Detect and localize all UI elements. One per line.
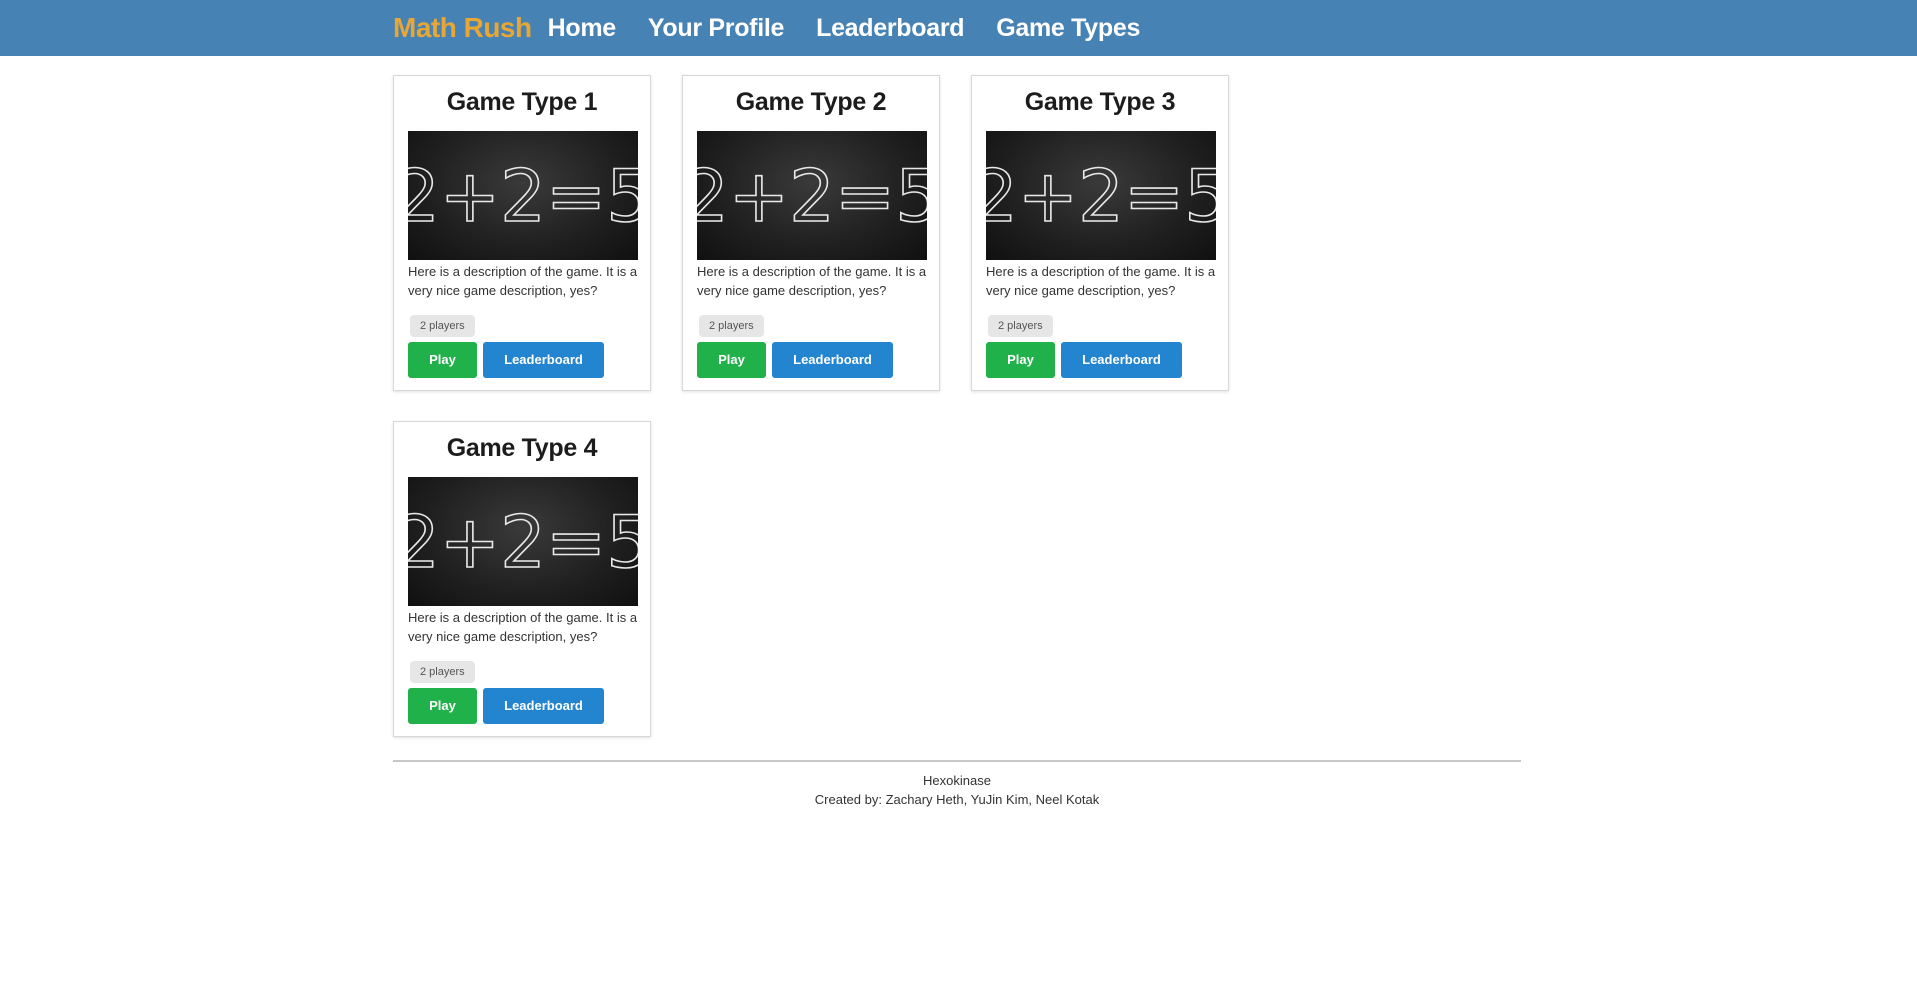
- card-description: Here is a description of the game. It is…: [697, 264, 927, 298]
- nav-link-your-profile[interactable]: Your Profile: [648, 14, 785, 43]
- chalk-equation: 2+2=5: [408, 154, 638, 238]
- leaderboard-button[interactable]: Leaderboard: [483, 342, 604, 378]
- game-card: Game Type 2 2+2=5 Here is a description …: [682, 75, 940, 391]
- nav-link-leaderboard[interactable]: Leaderboard: [816, 14, 964, 43]
- nav-link-game-types[interactable]: Game Types: [996, 14, 1140, 43]
- players-badge: 2 players: [699, 315, 764, 337]
- brand-logo[interactable]: Math Rush: [393, 12, 532, 44]
- players-badge: 2 players: [410, 661, 475, 683]
- card-title: Game Type 4: [446, 434, 598, 462]
- nav-inner: Math Rush Home Your Profile Leaderboard …: [393, 0, 1172, 56]
- players-badge: 2 players: [410, 315, 475, 337]
- chalkboard-illustration: 2+2=5: [408, 499, 638, 585]
- chalkboard-illustration: 2+2=5: [408, 153, 638, 239]
- players-badge: 2 players: [988, 315, 1053, 337]
- nav-link-home[interactable]: Home: [548, 14, 617, 43]
- leaderboard-button[interactable]: Leaderboard: [483, 688, 604, 724]
- footer: Hexokinase Created by: Zachary Heth, YuJ…: [393, 771, 1521, 809]
- chalkboard-image: 2+2=5: [408, 131, 638, 260]
- chalk-equation: 2+2=5: [697, 154, 927, 238]
- footer-team-name: Hexokinase: [923, 773, 991, 788]
- card-title: Game Type 3: [1024, 88, 1176, 116]
- card-description: Here is a description of the game. It is…: [408, 610, 638, 644]
- play-button[interactable]: Play: [408, 688, 477, 724]
- card-description: Here is a description of the game. It is…: [408, 264, 638, 298]
- chalkboard-illustration: 2+2=5: [697, 153, 927, 239]
- card-title: Game Type 2: [735, 88, 887, 116]
- card-title: Game Type 1: [446, 88, 598, 116]
- chalkboard-image: 2+2=5: [408, 477, 638, 606]
- chalk-equation: 2+2=5: [986, 154, 1216, 238]
- chalkboard-image: 2+2=5: [697, 131, 927, 260]
- chalkboard-image: 2+2=5: [986, 131, 1216, 260]
- game-card: Game Type 4 2+2=5 Here is a description …: [393, 421, 651, 737]
- play-button[interactable]: Play: [408, 342, 477, 378]
- navbar: Math Rush Home Your Profile Leaderboard …: [0, 0, 1917, 56]
- leaderboard-button[interactable]: Leaderboard: [772, 342, 893, 378]
- play-button[interactable]: Play: [986, 342, 1055, 378]
- chalk-equation: 2+2=5: [408, 500, 638, 584]
- chalkboard-illustration: 2+2=5: [986, 153, 1216, 239]
- play-button[interactable]: Play: [697, 342, 766, 378]
- game-card: Game Type 1 2+2=5 Here is a description …: [393, 75, 651, 391]
- leaderboard-button[interactable]: Leaderboard: [1061, 342, 1182, 378]
- footer-credits: Created by: Zachary Heth, YuJin Kim, Nee…: [814, 792, 1100, 807]
- game-card: Game Type 3 2+2=5 Here is a description …: [971, 75, 1229, 391]
- card-description: Here is a description of the game. It is…: [986, 264, 1216, 298]
- footer-divider: [393, 760, 1521, 762]
